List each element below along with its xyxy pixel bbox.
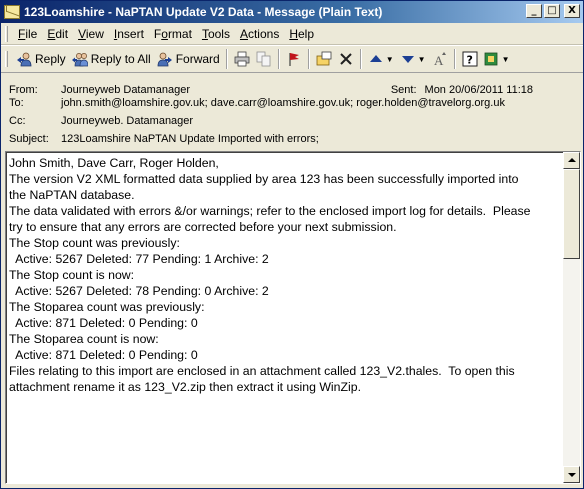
- previous-item-button[interactable]: ▼: [365, 48, 397, 70]
- menu-file[interactable]: File: [13, 25, 42, 43]
- menu-grip[interactable]: [5, 25, 8, 42]
- message-header: From: Journeyweb Datamanager Sent: Mon 2…: [1, 74, 583, 150]
- body-line: Active: 5267 Deleted: 78 Pending: 0 Arch…: [9, 284, 269, 298]
- minimize-button[interactable]: _: [526, 4, 542, 18]
- toolbar: Reply Reply to All Forward ▼ ▼ A ? ▼: [1, 45, 583, 73]
- arrow-down-icon: [568, 473, 576, 477]
- menu-bar: File Edit View Insert Format Tools Actio…: [1, 23, 583, 45]
- cc-value[interactable]: Journeyweb. Datamanager: [61, 115, 193, 130]
- scroll-up-button[interactable]: [563, 152, 580, 169]
- window-controls: _ □ X: [526, 4, 580, 18]
- subject-row: Subject: 123Loamshire NaPTAN Update Impo…: [9, 133, 319, 148]
- reply-all-label: Reply to All: [90, 52, 151, 66]
- toolbar-separator: [307, 49, 310, 69]
- body-line: The Stoparea count is now:: [9, 332, 159, 346]
- flag-icon: [289, 53, 299, 66]
- move-to-folder-button[interactable]: [313, 48, 335, 70]
- scroll-thumb[interactable]: [563, 169, 580, 259]
- body-line: Active: 5267 Deleted: 77 Pending: 1 Arch…: [9, 252, 269, 266]
- body-line: The Stop count was previously:: [9, 236, 180, 250]
- message-body-text[interactable]: John Smith, Dave Carr, Roger Holden, The…: [9, 155, 564, 481]
- reply-label: Reply: [35, 52, 66, 66]
- forward-label: Forward: [175, 52, 220, 66]
- to-label: To:: [9, 97, 24, 109]
- reply-all-button[interactable]: Reply to All: [69, 48, 154, 70]
- question-icon: ?: [462, 51, 478, 67]
- copy-button[interactable]: [253, 48, 275, 70]
- body-line: Files relating to this import are enclos…: [9, 364, 515, 378]
- delete-icon: [340, 53, 352, 65]
- font-size-icon: A: [434, 52, 446, 67]
- body-line: The Stoparea count was previously:: [9, 300, 205, 314]
- toolbar-separator: [359, 49, 362, 69]
- font-size-button[interactable]: A: [429, 48, 451, 70]
- toolbar-grip[interactable]: [5, 51, 8, 67]
- body-line: The version V2 XML formatted data suppli…: [9, 172, 519, 186]
- arrow-up-icon: [369, 55, 382, 62]
- message-body[interactable]: John Smith, Dave Carr, Roger Holden, The…: [5, 151, 581, 484]
- arrow-down-icon: [401, 56, 414, 63]
- scroll-down-button[interactable]: [563, 466, 580, 483]
- forward-button[interactable]: Forward: [154, 48, 223, 70]
- svg-text:?: ?: [466, 54, 472, 67]
- arrow-up-icon: [568, 158, 576, 162]
- message-window: 123Loamshire - NaPTAN Update V2 Data - M…: [0, 0, 584, 489]
- body-line: try to ensure that any errors are correc…: [9, 220, 397, 234]
- next-item-button[interactable]: ▼: [397, 48, 429, 70]
- copy-icon: [256, 51, 271, 67]
- reply-all-icon: [71, 53, 88, 67]
- title-bar[interactable]: 123Loamshire - NaPTAN Update V2 Data - M…: [1, 1, 583, 23]
- toolbar-separator: [277, 49, 280, 69]
- menu-format[interactable]: Format: [149, 25, 197, 43]
- menu-actions[interactable]: Actions: [235, 25, 284, 43]
- printer-icon: [234, 51, 250, 67]
- forward-icon: [157, 52, 172, 67]
- menu-help[interactable]: Help: [284, 25, 319, 43]
- chevron-down-icon[interactable]: ▼: [418, 55, 426, 64]
- body-line: the NaPTAN database.: [9, 188, 135, 202]
- window-title: 123Loamshire - NaPTAN Update V2 Data - M…: [24, 5, 383, 19]
- menu-tools[interactable]: Tools: [197, 25, 235, 43]
- body-line: Active: 871 Deleted: 0 Pending: 0: [9, 316, 198, 330]
- toolbar-separator: [225, 49, 228, 69]
- reply-icon: [17, 52, 32, 67]
- menu-edit[interactable]: Edit: [42, 25, 73, 43]
- options-button[interactable]: ▼: [481, 48, 513, 70]
- to-value[interactable]: john.smith@loamshire.gov.uk; dave.carr@l…: [61, 97, 505, 112]
- toolbar-separator: [453, 49, 456, 69]
- menu-insert[interactable]: Insert: [109, 25, 149, 43]
- options-icon: [484, 52, 497, 66]
- reply-button[interactable]: Reply: [13, 48, 69, 70]
- cc-row: Cc: Journeyweb. Datamanager: [9, 115, 193, 130]
- maximize-button[interactable]: □: [544, 4, 560, 18]
- body-line: Active: 871 Deleted: 0 Pending: 0: [9, 348, 198, 362]
- vertical-scrollbar[interactable]: [563, 152, 580, 483]
- cc-label: Cc:: [9, 115, 26, 127]
- sent-label: Sent:: [390, 84, 417, 96]
- chevron-down-icon[interactable]: ▼: [386, 55, 394, 64]
- to-row: To: john.smith@loamshire.gov.uk; dave.ca…: [9, 97, 505, 112]
- subject-value: 123Loamshire NaPTAN Update Imported with…: [61, 133, 319, 145]
- menu-view[interactable]: View: [73, 25, 109, 43]
- chevron-down-icon[interactable]: ▼: [502, 55, 510, 64]
- svg-text:A: A: [434, 53, 444, 67]
- delete-button[interactable]: [335, 48, 357, 70]
- close-button[interactable]: X: [564, 4, 580, 18]
- sent-row: Sent: Mon 20/06/2011 11:18: [391, 84, 533, 96]
- help-button[interactable]: ?: [459, 48, 481, 70]
- body-line: attachment rename it as 123_V2.zip then …: [9, 380, 362, 394]
- body-line: The data validated with errors &/or warn…: [9, 204, 531, 218]
- body-line: The Stop count is now:: [9, 268, 135, 282]
- flag-button[interactable]: [283, 48, 305, 70]
- body-line: John Smith, Dave Carr, Roger Holden,: [9, 156, 219, 170]
- envelope-icon: [4, 5, 20, 19]
- sent-value: Mon 20/06/2011 11:18: [424, 84, 533, 96]
- print-button[interactable]: [231, 48, 253, 70]
- subject-label: Subject:: [9, 133, 49, 145]
- move-to-folder-icon: [316, 51, 332, 66]
